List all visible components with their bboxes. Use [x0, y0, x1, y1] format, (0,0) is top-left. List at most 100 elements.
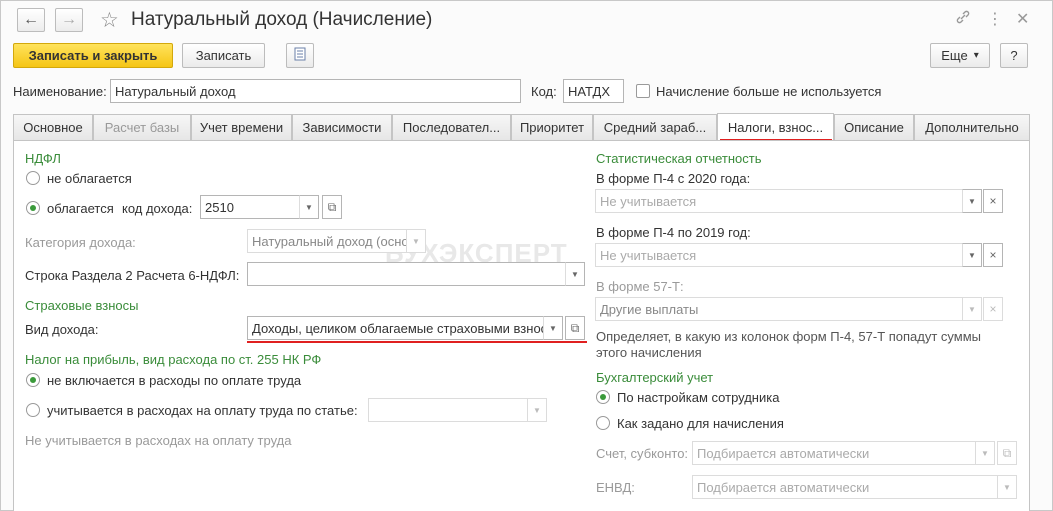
- account-input: Подбирается автоматически: [692, 441, 976, 465]
- chevron-down-icon: ▼: [1003, 482, 1011, 492]
- not-used-label: Начисление больше не используется: [656, 84, 882, 99]
- not-included-label: не включается в расходы по оплате труда: [47, 373, 302, 388]
- income-type-open-button[interactable]: ⧉: [565, 316, 585, 340]
- ndfl-header: НДФЛ: [25, 151, 61, 166]
- p4-2020-label: В форме П-4 с 2020 года:: [596, 171, 751, 186]
- window-title: Натуральный доход (Начисление): [131, 9, 433, 30]
- document-list-icon: [294, 47, 306, 64]
- open-icon: ⧉: [1002, 445, 1012, 460]
- acc-header: Бухгалтерский учет: [596, 370, 714, 385]
- included-label: учитывается в расходах на оплату труда п…: [47, 403, 358, 418]
- p4-2020-input[interactable]: Не учитывается: [595, 189, 963, 213]
- account-label: Счет, субконто:: [596, 446, 689, 461]
- favorite-star-icon[interactable]: ☆: [100, 8, 119, 33]
- tab-description[interactable]: Описание: [834, 114, 914, 140]
- p4-2020-clear-button[interactable]: ×: [983, 189, 1003, 213]
- stat-note-line1: Определяет, в какую из колонок форм П-4,…: [596, 329, 982, 344]
- save-button[interactable]: Записать: [182, 43, 265, 68]
- envd-label: ЕНВД:: [596, 480, 635, 495]
- help-button[interactable]: ?: [1000, 43, 1028, 68]
- tab-time-accounting[interactable]: Учет времени: [191, 114, 292, 140]
- tab-sequence[interactable]: Последовател...: [392, 114, 511, 140]
- tab-taxes[interactable]: Налоги, взнос...: [717, 113, 834, 141]
- p4-2020-dropdown[interactable]: ▼: [962, 189, 982, 213]
- f57-clear-button: ×: [983, 297, 1003, 321]
- close-icon[interactable]: ✕: [1016, 9, 1029, 29]
- radio-included[interactable]: [26, 403, 40, 417]
- radio-by-accrual[interactable]: [596, 416, 610, 430]
- open-icon: ⧉: [570, 320, 580, 335]
- clear-icon: ×: [989, 302, 997, 316]
- category-dropdown: ▼: [406, 229, 426, 253]
- radio-not-taxed[interactable]: [26, 171, 40, 185]
- envd-dropdown: ▼: [997, 475, 1017, 499]
- arrow-left-icon: ←: [23, 11, 39, 28]
- category-input: Натуральный доход (осно: [247, 229, 407, 253]
- back-button[interactable]: ←: [17, 8, 45, 32]
- insurance-header: Страховые взносы: [25, 298, 139, 313]
- not-taxed-label: не облагается: [47, 171, 132, 186]
- not-used-checkbox[interactable]: [636, 84, 650, 98]
- open-icon: ⧉: [327, 199, 337, 214]
- link-icon[interactable]: [955, 9, 971, 29]
- by-employee-label: По настройкам сотрудника: [617, 390, 780, 405]
- income-code-open-button[interactable]: ⧉: [322, 195, 342, 219]
- profit-header: Налог на прибыль, вид расхода по ст. 255…: [25, 352, 322, 367]
- radio-by-employee[interactable]: [596, 390, 610, 404]
- tab-main[interactable]: Основное: [13, 114, 93, 140]
- forward-button[interactable]: →: [55, 8, 83, 32]
- f57-input: Другие выплаты: [595, 297, 963, 321]
- taxed-label: облагается: [47, 201, 114, 216]
- category-label: Категория дохода:: [25, 235, 136, 250]
- tab-additional[interactable]: Дополнительно: [914, 114, 1030, 140]
- stat-note-line2: этого начисления: [596, 345, 702, 360]
- tab-average-earnings[interactable]: Средний зараб...: [593, 114, 717, 140]
- profit-note: Не учитывается в расходах на оплату труд…: [25, 433, 292, 448]
- income-type-label: Вид дохода:: [25, 322, 99, 337]
- tab-base-calc[interactable]: Расчет базы: [93, 114, 191, 140]
- income-code-dropdown[interactable]: ▼: [299, 195, 319, 219]
- save-close-button[interactable]: Записать и закрыть: [13, 43, 173, 68]
- arrow-right-icon: →: [61, 11, 77, 28]
- p4-2019-input[interactable]: Не учитывается: [595, 243, 963, 267]
- radio-taxed[interactable]: [26, 201, 40, 215]
- income-code-input[interactable]: 2510: [200, 195, 300, 219]
- article-input: [368, 398, 528, 422]
- chevron-down-icon: ▼: [305, 202, 313, 212]
- p4-2019-clear-button[interactable]: ×: [983, 243, 1003, 267]
- row6-dropdown[interactable]: ▼: [565, 262, 585, 286]
- f57-label: В форме 57-Т:: [596, 279, 684, 294]
- name-label: Наименование:: [13, 84, 107, 99]
- chevron-down-icon: ▼: [549, 323, 557, 333]
- chevron-down-icon: ▾: [973, 50, 979, 61]
- chevron-down-icon: ▼: [968, 304, 976, 314]
- more-button[interactable]: Еще ▾: [930, 43, 990, 68]
- row6-input[interactable]: [247, 262, 566, 286]
- clear-icon: ×: [989, 248, 997, 262]
- chevron-down-icon: ▼: [412, 236, 420, 246]
- chevron-down-icon: ▼: [571, 269, 579, 279]
- income-type-input[interactable]: Доходы, целиком облагаемые страховыми вз…: [247, 316, 544, 340]
- by-accrual-label: Как задано для начисления: [617, 416, 784, 431]
- radio-not-included[interactable]: [26, 373, 40, 387]
- chevron-down-icon: ▼: [533, 405, 541, 415]
- chevron-down-icon: ▼: [981, 448, 989, 458]
- name-input[interactable]: Натуральный доход: [110, 79, 521, 103]
- p4-2019-dropdown[interactable]: ▼: [962, 243, 982, 267]
- tab-priority[interactable]: Приоритет: [511, 114, 593, 140]
- chevron-down-icon: ▼: [968, 250, 976, 260]
- income-code-label: код дохода:: [122, 201, 193, 216]
- f57-dropdown: ▼: [962, 297, 982, 321]
- p4-2019-label: В форме П-4 по 2019 год:: [596, 225, 751, 240]
- clear-icon: ×: [989, 194, 997, 208]
- report-button[interactable]: [286, 43, 314, 68]
- income-type-dropdown[interactable]: ▼: [543, 316, 563, 340]
- code-input[interactable]: НАТДХ: [563, 79, 624, 103]
- account-open-button: ⧉: [997, 441, 1017, 465]
- article-dropdown: ▼: [527, 398, 547, 422]
- tab-dependencies[interactable]: Зависимости: [292, 114, 392, 140]
- more-vertical-icon[interactable]: ⋮: [987, 9, 1003, 29]
- income-type-highlight-underline: [247, 341, 587, 343]
- row6-label: Строка Раздела 2 Расчета 6-НДФЛ:: [25, 268, 240, 283]
- more-button-label: Еще: [941, 48, 968, 63]
